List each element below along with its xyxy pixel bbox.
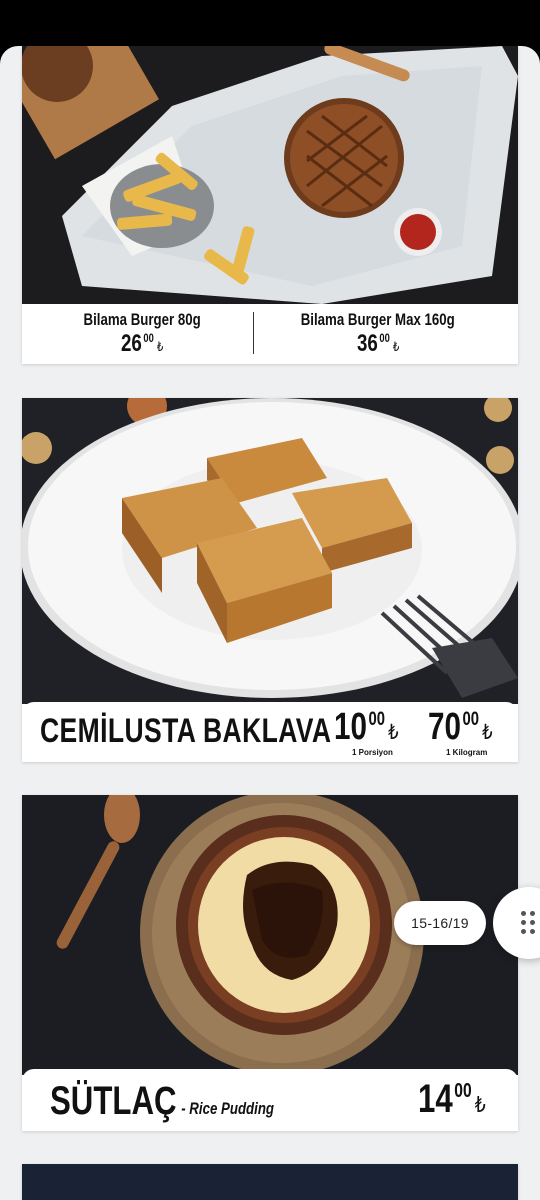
baklava-menu-card[interactable]: CEMİLUSTA BAKLAVA 1000₺ 1 Porsiyon 7000₺… [22, 398, 518, 762]
item-divider [253, 312, 254, 354]
menu-sheet[interactable]: Bilama Burger 80g 26 00₺ Bilama Burger Ma… [0, 46, 540, 1200]
sutlac-subtitle: - Rice Pudding [181, 1099, 275, 1118]
burger-item-80g[interactable]: Bilama Burger 80g 26 00₺ [22, 310, 262, 358]
item-price: 26 00₺ [120, 330, 164, 357]
baklava-price-bar: CEMİLUSTA BAKLAVA 1000₺ 1 Porsiyon 7000₺… [22, 702, 518, 762]
page-indicator[interactable]: 15-16/19 [394, 901, 486, 945]
kilogram-caption: 1 Kilogram [446, 748, 488, 757]
item-name: Bilama Burger Max 160g [300, 310, 456, 329]
sutlac-price-bar: SÜTLAÇ - Rice Pudding 1400₺ [22, 1069, 518, 1131]
sutlac-title: SÜTLAÇ - Rice Pudding [50, 1079, 275, 1123]
burger-photo [22, 46, 518, 304]
price-portion[interactable]: 1000₺ [334, 706, 417, 749]
sutlac-menu-card[interactable]: SÜTLAÇ - Rice Pudding 1400₺ [22, 795, 518, 1131]
price-kilogram[interactable]: 7000₺ [428, 706, 511, 749]
next-menu-card[interactable] [22, 1164, 518, 1200]
item-price: 36 00₺ [356, 330, 400, 357]
item-name: Bilama Burger 80g [83, 310, 201, 329]
burger-item-max-160g[interactable]: Bilama Burger Max 160g 36 00₺ [258, 310, 498, 358]
burger-menu-card[interactable]: Bilama Burger 80g 26 00₺ Bilama Burger Ma… [22, 46, 518, 364]
baklava-photo [22, 398, 518, 704]
sutlac-price[interactable]: 1400₺ [418, 1077, 505, 1122]
burger-price-bar: Bilama Burger 80g 26 00₺ Bilama Burger Ma… [22, 304, 518, 364]
portion-caption: 1 Porsiyon [352, 748, 393, 757]
dots-grid-icon [521, 911, 537, 935]
